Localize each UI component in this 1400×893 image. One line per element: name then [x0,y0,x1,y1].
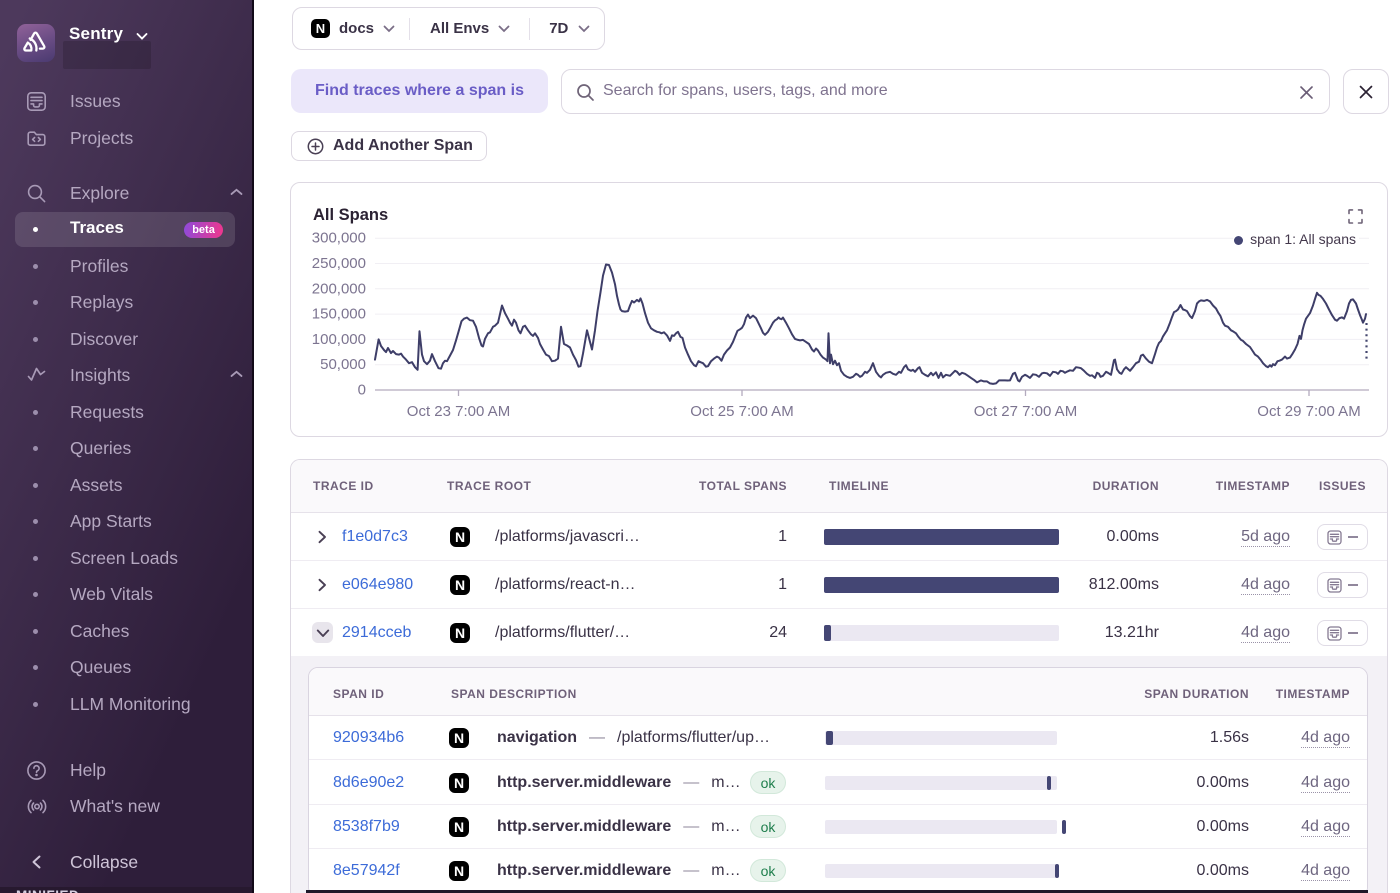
svg-text:150,000: 150,000 [312,306,366,323]
svg-text:200,000: 200,000 [312,280,366,297]
svg-text:Oct 25 7:00 AM: Oct 25 7:00 AM [690,403,793,420]
svg-text:300,000: 300,000 [312,230,366,247]
svg-text:Oct 23 7:00 AM: Oct 23 7:00 AM [407,403,510,420]
svg-text:250,000: 250,000 [312,255,366,272]
svg-text:Oct 27 7:00 AM: Oct 27 7:00 AM [974,403,1077,420]
svg-text:50,000: 50,000 [320,356,366,373]
svg-text:Oct 29 7:00 AM: Oct 29 7:00 AM [1257,403,1360,420]
svg-text:100,000: 100,000 [312,331,366,348]
svg-text:0: 0 [358,382,366,399]
